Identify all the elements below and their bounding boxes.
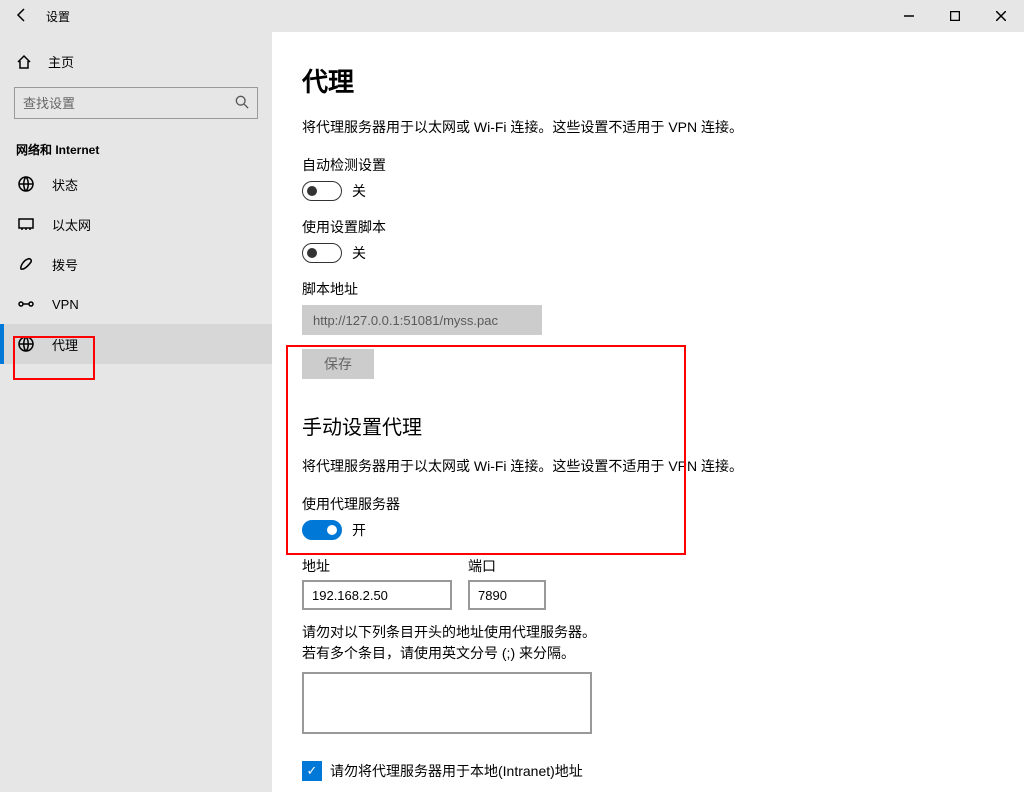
back-button[interactable] (14, 7, 30, 25)
window-controls (886, 0, 1024, 32)
sidebar-item-label: 状态 (52, 175, 78, 194)
dialup-icon (18, 256, 34, 272)
use-proxy-toggle[interactable] (302, 520, 342, 540)
auto-detect-toggle[interactable] (302, 181, 342, 201)
sidebar-item-label: 拨号 (52, 255, 78, 274)
sidebar-nav: 状态 以太网 拨号 VPN 代理 (0, 164, 272, 364)
address-input[interactable] (302, 580, 452, 610)
proxy-icon (18, 336, 34, 352)
use-script-label: 使用设置脚本 (302, 217, 994, 237)
auto-detect-label: 自动检测设置 (302, 155, 994, 175)
sidebar-category: 网络和 Internet (0, 119, 272, 164)
sidebar-item-label: VPN (52, 297, 79, 312)
address-label: 地址 (302, 556, 452, 576)
manual-proxy-heading: 手动设置代理 (302, 411, 994, 440)
save-script-button: 保存 (302, 349, 374, 379)
script-address-input (302, 305, 542, 335)
home-icon (16, 54, 32, 70)
exclude-description: 请勿对以下列条目开头的地址使用代理服务器。若有多个条目，请使用英文分号 (;) … (302, 622, 602, 664)
search-icon (235, 95, 249, 112)
sidebar-home-label: 主页 (48, 52, 74, 71)
sidebar-item-status[interactable]: 状态 (0, 164, 272, 204)
port-label: 端口 (468, 556, 546, 576)
titlebar: 设置 (0, 0, 1024, 32)
sidebar: 主页 网络和 Internet 状态 以太网 拨号 VPN (0, 32, 272, 792)
sidebar-item-vpn[interactable]: VPN (0, 284, 272, 324)
port-input[interactable] (468, 580, 546, 610)
script-addr-label: 脚本地址 (302, 279, 994, 299)
sidebar-item-dialup[interactable]: 拨号 (0, 244, 272, 284)
intranet-checkbox[interactable]: ✓ (302, 761, 322, 781)
ethernet-icon (18, 216, 34, 232)
minimize-button[interactable] (886, 0, 932, 32)
sidebar-item-label: 以太网 (52, 215, 91, 234)
intranet-checkbox-label: 请勿将代理服务器用于本地(Intranet)地址 (330, 761, 583, 781)
search-input[interactable] (23, 96, 235, 111)
page-description: 将代理服务器用于以太网或 Wi-Fi 连接。这些设置不适用于 VPN 连接。 (302, 117, 994, 137)
main-panel: 代理 将代理服务器用于以太网或 Wi-Fi 连接。这些设置不适用于 VPN 连接… (272, 32, 1024, 792)
sidebar-home[interactable]: 主页 (0, 44, 272, 79)
status-icon (18, 176, 34, 192)
use-proxy-label: 使用代理服务器 (302, 494, 994, 514)
maximize-button[interactable] (932, 0, 978, 32)
sidebar-item-ethernet[interactable]: 以太网 (0, 204, 272, 244)
close-button[interactable] (978, 0, 1024, 32)
vpn-icon (18, 296, 34, 312)
page-title: 代理 (302, 62, 994, 99)
use-proxy-state: 开 (352, 520, 366, 540)
sidebar-item-proxy[interactable]: 代理 (0, 324, 272, 364)
exclude-textarea[interactable] (302, 672, 592, 734)
use-script-toggle[interactable] (302, 243, 342, 263)
window-title: 设置 (46, 8, 70, 25)
sidebar-item-label: 代理 (52, 335, 78, 354)
use-script-state: 关 (352, 243, 366, 263)
search-box[interactable] (14, 87, 258, 119)
auto-detect-state: 关 (352, 181, 366, 201)
manual-description: 将代理服务器用于以太网或 Wi-Fi 连接。这些设置不适用于 VPN 连接。 (302, 456, 994, 476)
